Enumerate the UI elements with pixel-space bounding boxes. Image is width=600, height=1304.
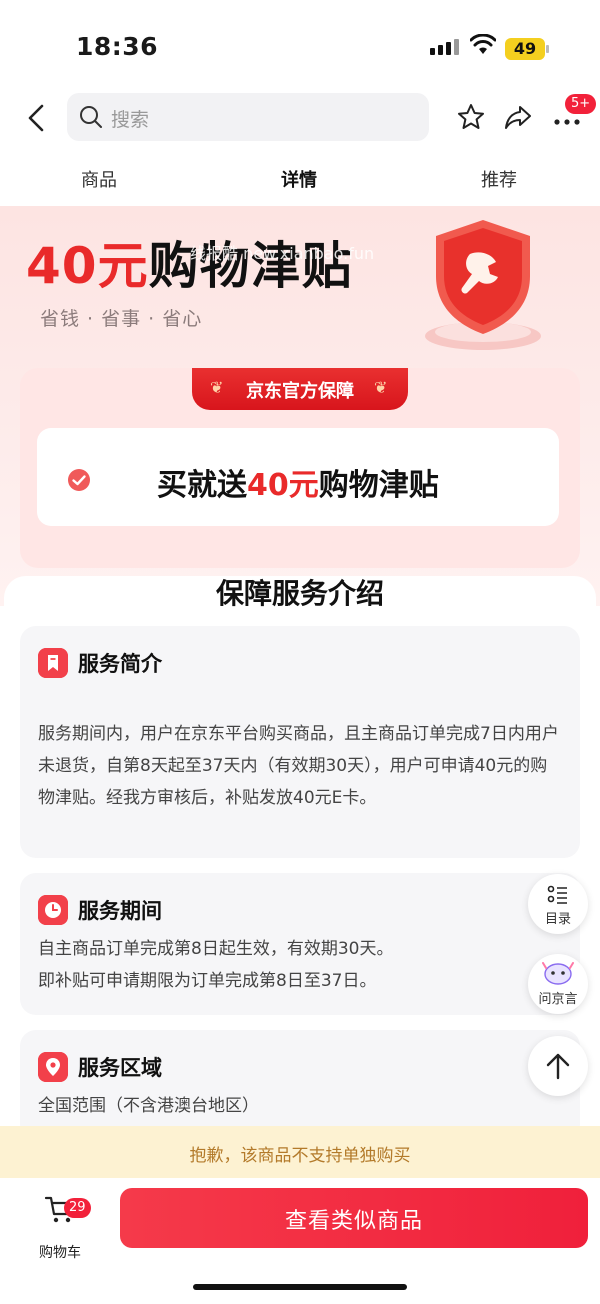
service-period-card: 服务期间 自主商品订单完成第8日起生效，有效期30天。 即补贴可申请期限为订单完… [20,873,580,1015]
status-time: 18:36 [76,32,159,61]
watermark: 线报酷 new.xianbao.fun [190,244,375,263]
bottom-action-bar: 29 购物车 查看类似商品 [0,1178,600,1304]
service-region-card: 服务区域 全国范围（不含港澳台地区） [20,1030,580,1140]
card-title: 服务区域 [78,1056,162,1080]
cart-badge: 29 [64,1198,91,1218]
laurel-right-icon: ❦ [374,378,388,397]
gift-box: 买就送40元购物津贴 [37,428,559,526]
official-guarantee-ribbon: ❦ 京东官方保障 ❦ [192,368,408,410]
scroll-top-button[interactable] [528,1036,588,1096]
gift-amount: 40元 [247,468,319,503]
tab-products[interactable]: 商品 [81,166,117,192]
battery-indicator: 49 [505,38,545,60]
section-title: 保障服务介绍 [215,577,384,610]
more-badge: 5+ [565,94,597,114]
clock-icon [38,895,68,925]
check-circle-icon [68,469,90,491]
gift-text: 买就送40元购物津贴 [157,460,439,504]
arrow-up-icon [546,1053,570,1080]
view-similar-button[interactable]: 查看类似商品 [120,1188,588,1248]
toc-label: 目录 [544,912,571,927]
card-body: 全国范围（不含港澳台地区） [38,1096,259,1116]
search-icon [80,106,102,128]
document-icon [38,648,68,678]
card-body-line: 自主商品订单完成第8日起生效，有效期30天。 [38,939,394,959]
card-title: 服务简介 [78,652,162,676]
status-bar: 18:36 49 [0,0,600,90]
cellular-signal-icon [430,39,459,55]
tab-recommend[interactable]: 推荐 [481,166,517,192]
battery-tip [546,45,549,53]
page-tabs: 商品 详情 推荐 [0,146,600,206]
ask-label: 问京言 [538,992,578,1007]
wifi-icon [470,34,496,54]
list-icon [547,885,567,904]
home-indicator [193,1284,407,1290]
notice-bar: 抱歉，该商品不支持单独购买 [0,1126,600,1178]
hero-subtitle: 省钱 · 省事 · 省心 [40,308,203,330]
tab-details[interactable]: 详情 [281,166,317,192]
cart-button[interactable]: 29 购物车 [30,1192,91,1261]
card-body: 自主商品订单完成第8日起生效，有效期30天。 即补贴可申请期限为订单完成第8日至… [38,933,564,997]
shield-wrench-icon [425,220,541,350]
gift-suffix: 购物津贴 [318,468,439,503]
assistant-mascot-icon [542,962,574,985]
top-nav-bar: 搜索 5+ [0,90,600,146]
toc-button[interactable]: 目录 [528,874,588,934]
share-icon[interactable] [503,102,533,132]
service-intro-card: 服务简介 服务期间内，用户在京东平台购买商品，且主商品订单完成7日内用户未退货，… [20,626,580,858]
gift-prefix: 买就送 [157,468,247,503]
favorite-star-icon[interactable] [456,102,486,132]
back-arrow-icon[interactable] [22,102,54,134]
cart-label: 购物车 [39,1245,81,1261]
view-similar-label: 查看类似商品 [284,1209,423,1234]
location-pin-icon [38,1052,68,1082]
notice-text: 抱歉，该商品不支持单独购买 [189,1146,411,1166]
hero-title-amount: 40元 [26,237,149,295]
search-placeholder: 搜索 [111,109,150,131]
ask-assistant-button[interactable]: 问京言 [528,954,588,1014]
search-box[interactable]: 搜索 [67,93,429,141]
card-body: 服务期间内，用户在京东平台购买商品，且主商品订单完成7日内用户未退货，自第8天起… [38,724,559,808]
card-body-line: 即补贴可申请期限为订单完成第8日至37日。 [38,971,377,991]
card-title: 服务期间 [78,899,162,923]
